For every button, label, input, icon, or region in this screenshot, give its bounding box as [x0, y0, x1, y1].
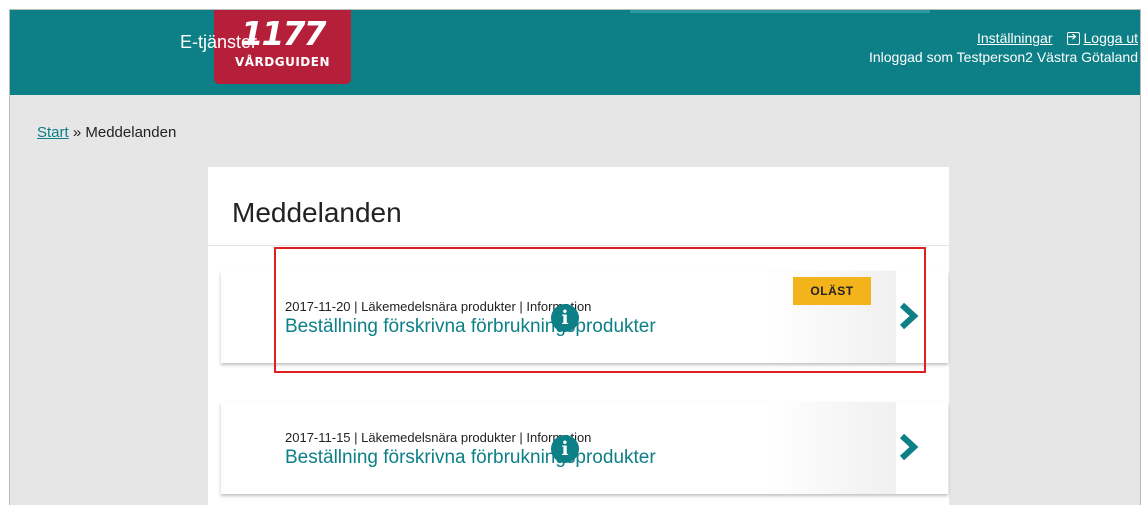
- settings-link[interactable]: Inställningar: [977, 30, 1053, 46]
- message-meta: 2017-11-15 | Läkemedelsnära produkter | …: [285, 430, 592, 445]
- logout-link[interactable]: Logga ut: [1066, 30, 1139, 46]
- top-bar: 1177 VÅRDGUIDEN E-tjänster Inställningar…: [10, 10, 1140, 95]
- info-icon: i: [551, 435, 579, 463]
- logout-label[interactable]: Logga ut: [1084, 30, 1139, 46]
- breadcrumb-start-link[interactable]: Start: [37, 124, 69, 141]
- message-item[interactable]: 2017-11-15 | Läkemedelsnära produkter | …: [221, 402, 948, 494]
- service-name: E-tjänster: [180, 32, 258, 52]
- top-strip: [630, 10, 930, 13]
- chevron-right-icon[interactable]: [892, 430, 926, 464]
- header-links: Inställningar Logga ut Inloggad som Test…: [868, 30, 1139, 66]
- logo-subtitle: VÅRDGUIDEN: [234, 55, 331, 69]
- title-divider: [208, 245, 949, 246]
- breadcrumb: Start » Meddelanden: [37, 124, 176, 141]
- breadcrumb-separator: »: [72, 124, 82, 141]
- logout-icon: [1066, 30, 1080, 45]
- message-subject[interactable]: Beställning förskrivna förbrukningsprodu…: [285, 447, 656, 469]
- logged-in-text: Inloggad som Testperson2 Västra Götaland: [868, 49, 1138, 65]
- row-fade: [766, 402, 896, 494]
- breadcrumb-current: Meddelanden: [85, 124, 177, 141]
- highlight-box: [274, 247, 926, 373]
- page-title: Meddelanden: [232, 197, 402, 228]
